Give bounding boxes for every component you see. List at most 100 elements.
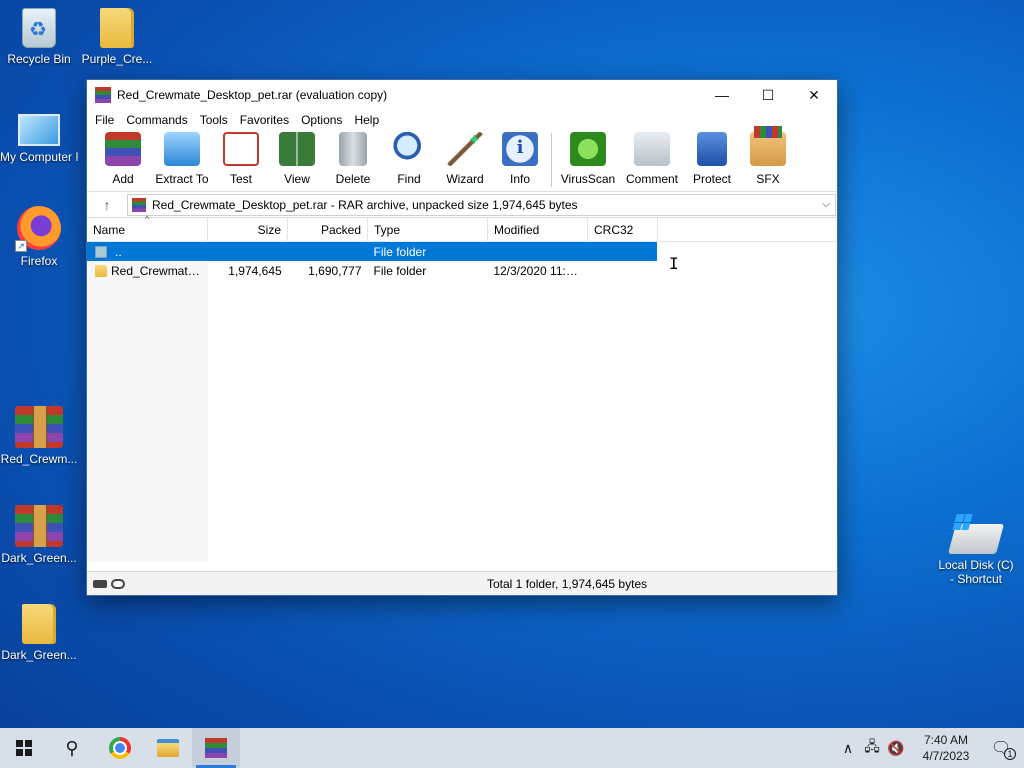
info-icon — [502, 132, 538, 166]
drive-icon[interactable] — [93, 579, 107, 588]
close-button[interactable]: ✕ — [791, 80, 837, 110]
notifications-button[interactable]: 🗨 1 — [978, 738, 1024, 760]
desktop-icon-label: Dark_Green... — [1, 551, 77, 565]
column-packed[interactable]: Packed — [288, 218, 368, 242]
info-button[interactable]: Info — [493, 131, 547, 191]
status-text: Total 1 folder, 1,974,645 bytes — [487, 576, 648, 591]
up-folder-button[interactable]: ↑ — [87, 197, 127, 213]
wizard-label: Wizard — [446, 172, 484, 186]
desktop-icon-label: Dark_Green... — [1, 648, 77, 662]
winrar-archive-icon — [15, 406, 63, 448]
folder-icon — [22, 604, 56, 644]
windows-logo-icon — [16, 740, 32, 756]
taskbar-winrar[interactable] — [192, 728, 240, 768]
system-tray: ∧ 🖧 🔇 7:40 AM 4/7/2023 🗨 1 — [836, 728, 1024, 768]
column-crc32[interactable]: CRC32 — [588, 218, 658, 242]
text-cursor-icon: I — [669, 254, 679, 273]
clock[interactable]: 7:40 AM 4/7/2023 — [914, 732, 978, 764]
column-type[interactable]: Type — [368, 218, 488, 242]
protect-button[interactable]: Protect — [684, 131, 740, 191]
cell-modified: 12/3/2020 11:5... — [493, 263, 583, 278]
desktop-icon-my-computer[interactable]: My Computer R — [0, 108, 78, 164]
address-field[interactable]: Red_Crewmate_Desktop_pet.rar - RAR archi… — [127, 193, 836, 216]
desktop-icon-dark-green-rar[interactable]: Dark_Green... — [0, 505, 78, 565]
menu-help[interactable]: Help — [348, 110, 385, 130]
minimize-button[interactable]: — — [699, 80, 745, 110]
desktop-icon-firefox[interactable]: ↗ Firefox — [0, 206, 78, 268]
menu-file[interactable]: File — [89, 110, 120, 130]
cell-packed: 1,690,777 — [308, 263, 362, 278]
sfx-button[interactable]: SFX — [740, 126, 796, 191]
status-icons — [87, 578, 207, 589]
start-button[interactable] — [0, 728, 48, 768]
winrar-app-icon — [95, 87, 111, 103]
desktop-icon-label-line2: - Shortcut — [949, 572, 1003, 586]
test-button[interactable]: Test — [213, 131, 269, 191]
key-icon[interactable] — [111, 578, 125, 589]
cell-name: .. — [115, 244, 122, 259]
search-icon: ⚲ — [65, 737, 79, 758]
desktop-icon-dark-green-folder[interactable]: Dark_Green... — [0, 604, 78, 662]
virusscan-button[interactable]: VirusScan — [556, 131, 620, 191]
find-label: Find — [397, 172, 421, 186]
desktop-icon-label: Local Disk (C) — [938, 558, 1014, 572]
column-header: ^ Name Size Packed Type Modified CRC32 — [87, 214, 837, 242]
comment-button[interactable]: Comment — [620, 131, 684, 191]
toolbar-separator — [551, 133, 552, 187]
chevron-up-icon[interactable]: ∧ — [836, 740, 860, 757]
notification-count-badge: 1 — [1004, 748, 1016, 760]
menu-tools[interactable]: Tools — [194, 110, 234, 130]
add-archive-icon — [105, 132, 141, 166]
windows-logo-icon — [952, 514, 973, 530]
firefox-icon: ↗ — [15, 206, 61, 252]
cell-type: File folder — [373, 244, 427, 259]
address-bar: ↑ Red_Crewmate_Desktop_pet.rar - RAR arc… — [87, 192, 837, 218]
extract-to-button[interactable]: Extract To — [151, 131, 213, 191]
desktop-icon-purple-folder[interactable]: Purple_Cre... — [78, 8, 156, 66]
menu-options[interactable]: Options — [295, 110, 348, 130]
hard-drive-icon — [947, 514, 1005, 554]
computer-icon — [18, 114, 60, 146]
desktop-icon-label: Purple_Cre... — [81, 52, 153, 66]
folder-icon — [100, 8, 134, 48]
comment-icon — [634, 132, 670, 166]
menu-favorites[interactable]: Favorites — [234, 110, 295, 130]
search-button[interactable]: ⚲ — [48, 728, 96, 768]
desktop-icon-red-crewmate-rar[interactable]: Red_Crewm... — [0, 406, 78, 466]
cell-size: 1,974,645 — [228, 263, 282, 278]
chrome-icon — [109, 737, 131, 759]
view-button[interactable]: View — [269, 131, 325, 191]
volume-muted-icon[interactable]: 🔇 — [884, 740, 908, 757]
taskbar-chrome[interactable] — [96, 728, 144, 768]
add-button[interactable]: Add — [95, 131, 151, 191]
sfx-label: SFX — [756, 172, 780, 186]
view-label: View — [284, 172, 310, 186]
network-icon[interactable]: 🖧 — [860, 736, 884, 760]
taskbar: ⚲ ∧ 🖧 🔇 7:40 AM 4/7/2023 🗨 1 — [0, 728, 1024, 768]
clock-time: 7:40 AM — [923, 733, 969, 747]
title-bar[interactable]: Red_Crewmate_Desktop_pet.rar (evaluation… — [87, 80, 837, 110]
maximize-button[interactable]: ☐ — [745, 80, 791, 110]
desktop-icon-local-disk-shortcut[interactable]: Local Disk (C) - Shortcut — [936, 514, 1016, 586]
column-size[interactable]: Size — [208, 218, 288, 242]
find-button[interactable]: Find — [381, 131, 437, 191]
taskbar-file-explorer[interactable] — [144, 728, 192, 768]
desktop-icon-label: Recycle Bin — [7, 52, 71, 66]
recycle-bin-icon — [22, 8, 56, 48]
table-row-parent[interactable]: .. File folder — [87, 242, 657, 261]
virusscan-label: VirusScan — [560, 172, 616, 186]
wizard-button[interactable]: Wizard — [437, 130, 493, 191]
winrar-archive-icon — [15, 505, 63, 547]
delete-button[interactable]: Delete — [325, 131, 381, 191]
menu-commands[interactable]: Commands — [120, 110, 193, 130]
file-list[interactable]: ^ Name Size Packed Type Modified CRC32 .… — [87, 214, 837, 562]
column-modified[interactable]: Modified — [488, 218, 588, 242]
desktop-icon-label: Red_Crewm... — [0, 452, 78, 466]
desktop-icon-recycle-bin[interactable]: Recycle Bin — [0, 8, 78, 66]
window-title: Red_Crewmate_Desktop_pet.rar (evaluation… — [117, 88, 388, 102]
comment-label: Comment — [625, 172, 678, 186]
table-row[interactable]: Red_Crewmate_... 1,974,645 1,690,777 Fil… — [87, 261, 657, 280]
chevron-down-icon[interactable]: ⌵ — [817, 199, 835, 210]
status-bar: Total 1 folder, 1,974,645 bytes — [87, 571, 837, 595]
view-book-icon — [279, 132, 315, 166]
